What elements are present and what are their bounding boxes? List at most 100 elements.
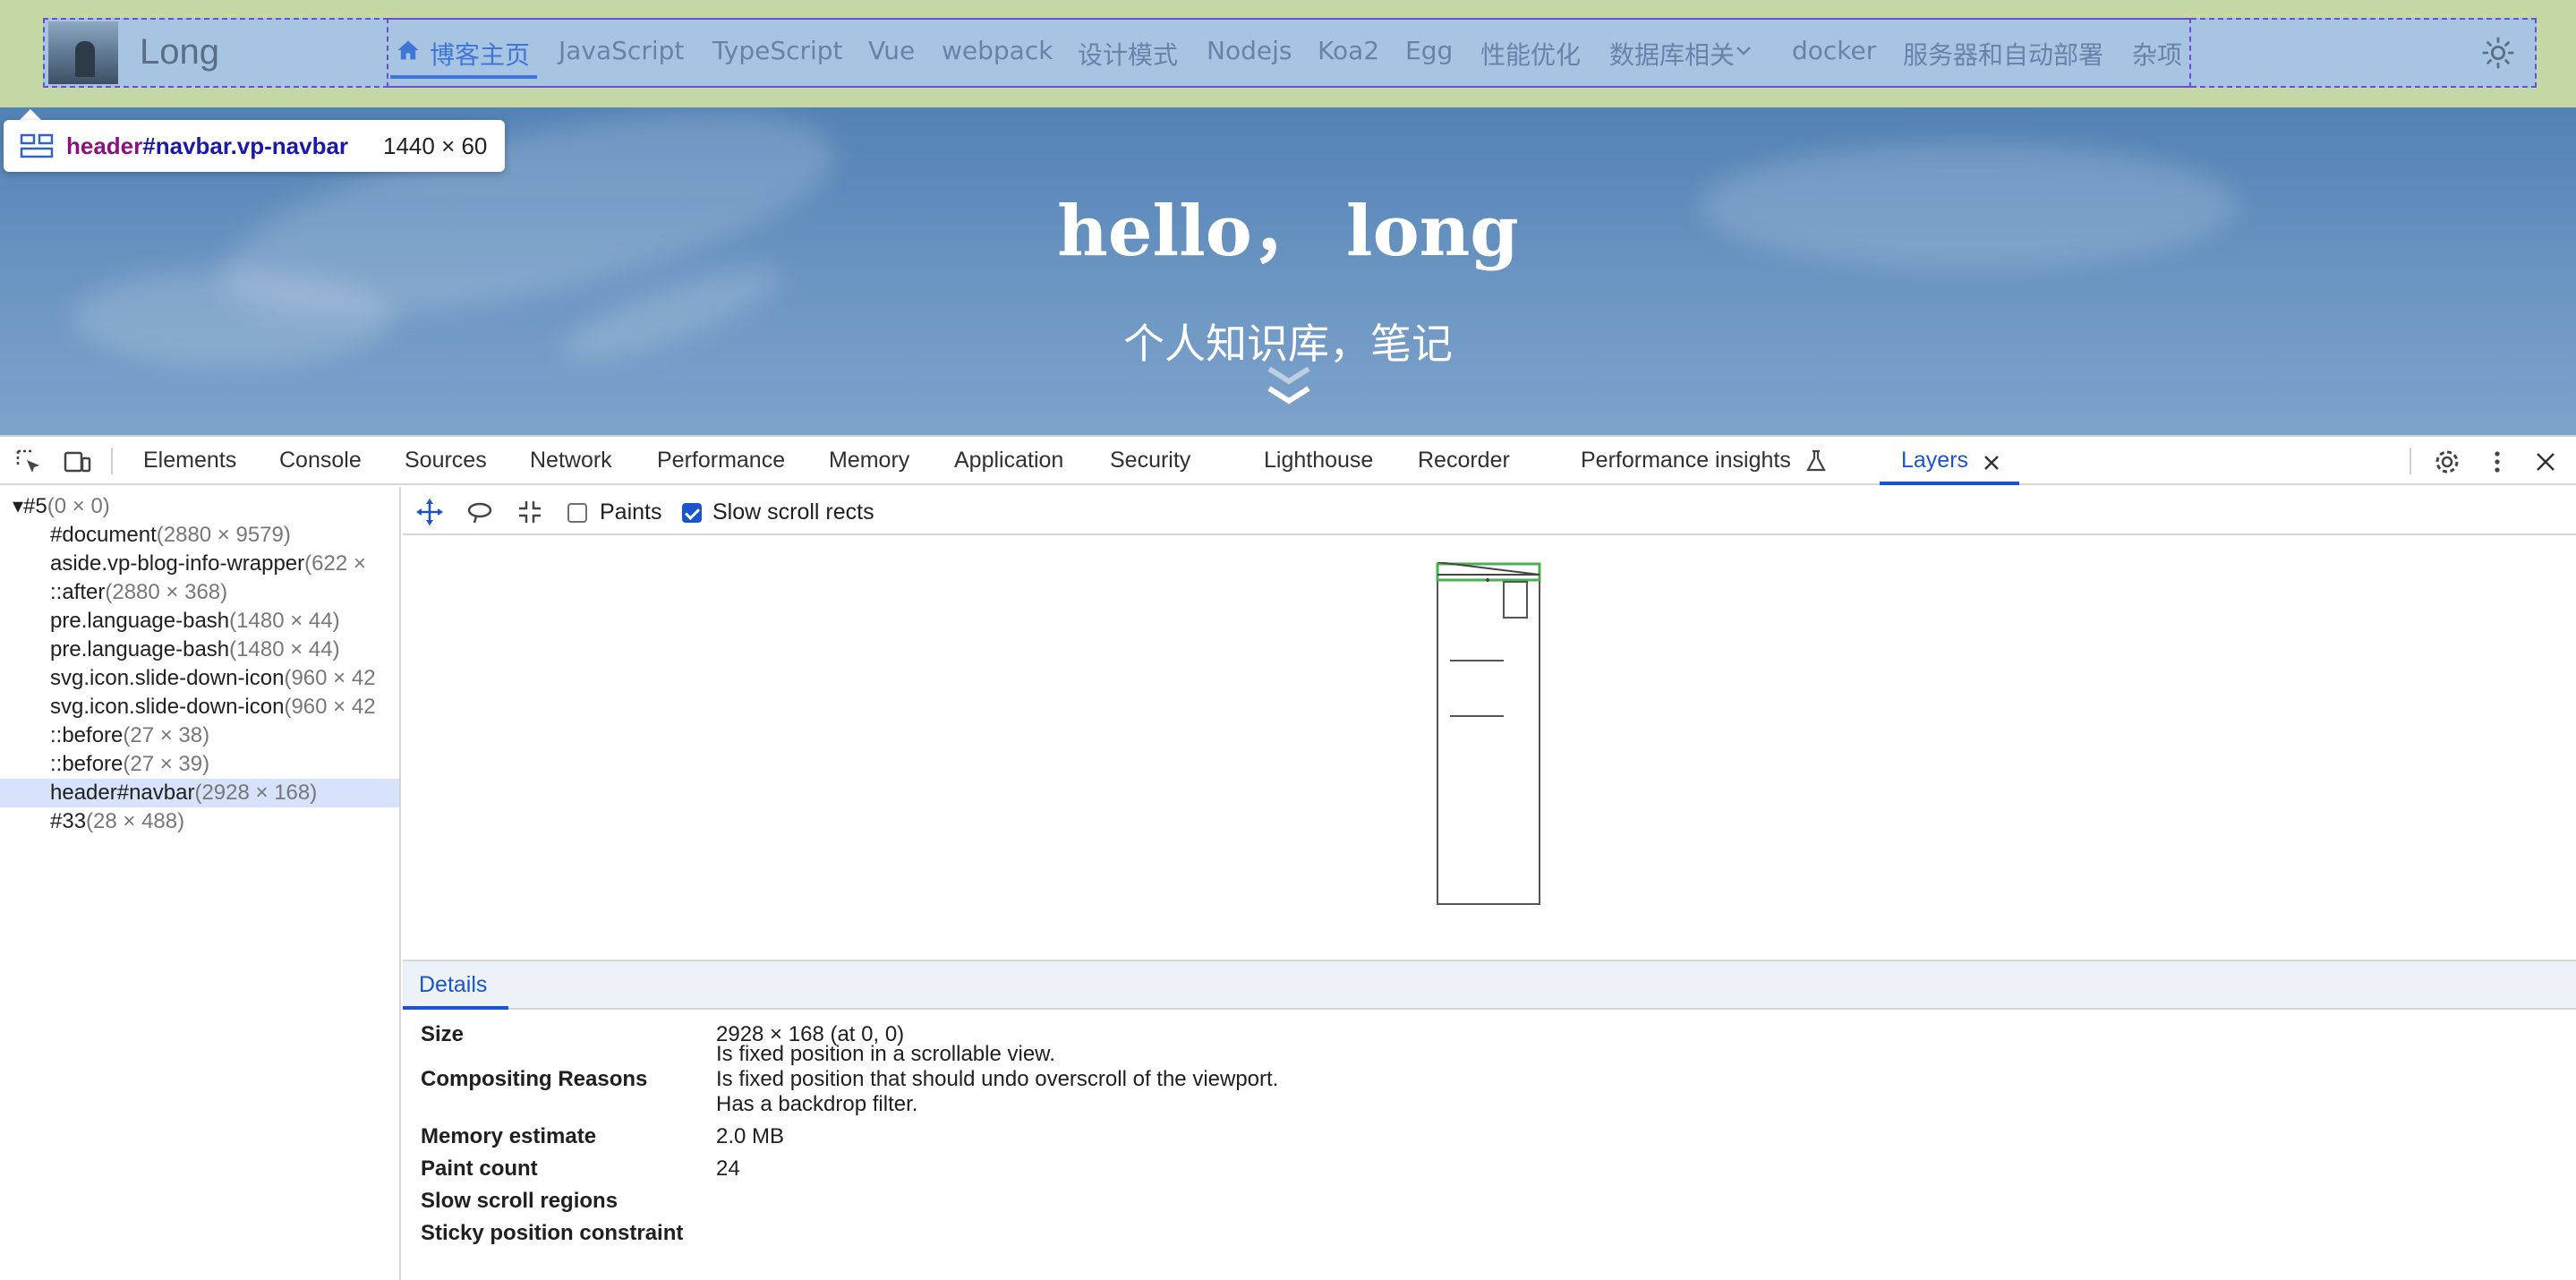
nav-item-javascript[interactable]: JavaScript xyxy=(559,36,684,65)
tab-application[interactable]: Application xyxy=(954,448,1063,474)
layer-tree-row[interactable]: svg.icon.slide-down-icon(960 × 42 xyxy=(0,664,399,693)
layer-tree-row[interactable]: ::after(2880 × 368) xyxy=(0,578,399,607)
hero-subtitle: 个人知识库，笔记 xyxy=(1123,320,1453,368)
nav-active-indicator xyxy=(390,75,537,79)
site-logo[interactable]: Long xyxy=(140,32,219,73)
layer-name: #5 xyxy=(23,494,47,518)
reset-transform-icon[interactable] xyxy=(516,498,544,526)
nav-item-design-patterns[interactable]: 设计模式 xyxy=(1078,36,1178,72)
layer-outline xyxy=(1503,581,1528,619)
tab-network[interactable]: Network xyxy=(530,448,612,474)
compositing-reasons-label: Compositing Reasons xyxy=(421,1067,648,1091)
layer-tree-row[interactable]: ::before(27 × 38) xyxy=(0,721,399,750)
compositing-reason: Has a backdrop filter. xyxy=(716,1092,918,1116)
layer-name: pre.language-bash xyxy=(50,637,230,661)
tab-recorder[interactable]: Recorder xyxy=(1418,448,1510,474)
memory-estimate-value: 2.0 MB xyxy=(716,1124,785,1148)
close-devtools-icon[interactable] xyxy=(2531,448,2560,476)
devtools-panel: Elements Console Sources Network Perform… xyxy=(0,435,2576,1280)
nav-item-vue[interactable]: Vue xyxy=(868,36,915,65)
tab-console[interactable]: Console xyxy=(279,448,362,474)
layer-tree-row[interactable]: pre.language-bash(1480 × 44) xyxy=(0,607,399,636)
layer-tree-row[interactable]: #33(28 × 488) xyxy=(0,807,399,836)
layer-dims: (1480 × 44) xyxy=(229,609,340,633)
layer-tree-row[interactable]: ▾#5(0 × 0) xyxy=(0,492,399,521)
tab-security[interactable]: Security xyxy=(1110,448,1190,474)
devtools-tabbar: Elements Console Sources Network Perform… xyxy=(0,437,2576,485)
tab-performance[interactable]: Performance xyxy=(657,448,785,474)
grid-layout-icon xyxy=(20,133,54,158)
layer-tree-row[interactable]: #document(2880 × 9579) xyxy=(0,521,399,550)
sun-icon[interactable] xyxy=(2481,36,2515,70)
nav-item-deploy[interactable]: 服务器和自动部署 xyxy=(1903,36,2103,72)
layer-name: pre.language-bash xyxy=(50,609,230,633)
layer-name: ::before xyxy=(50,723,124,747)
nav-item-nodejs[interactable]: Nodejs xyxy=(1207,36,1292,65)
settings-gear-icon[interactable] xyxy=(2433,448,2461,476)
pan-mode-icon[interactable] xyxy=(415,498,444,526)
nav-item-misc[interactable]: 杂项 xyxy=(2132,36,2182,72)
layer-tree-row[interactable]: svg.icon.slide-down-icon(960 × 42 xyxy=(0,693,399,721)
layer-tree-row-selected[interactable]: header#navbar(2928 × 168) xyxy=(0,779,399,807)
layers-toolbar: Paints Slow scroll rects xyxy=(403,487,2576,535)
nav-item-koa2[interactable]: Koa2 xyxy=(1318,36,1379,65)
avatar[interactable] xyxy=(48,21,118,84)
paint-count-label: Paint count xyxy=(421,1156,538,1181)
layer-name: aside.vp-blog-info-wrapper xyxy=(50,551,305,576)
layers-3d-canvas[interactable] xyxy=(403,537,2576,958)
layer-tree-row[interactable]: ::before(27 × 39) xyxy=(0,750,399,779)
layer-name: svg.icon.slide-down-icon xyxy=(50,666,285,690)
tooltip-tag-name: header xyxy=(66,132,143,159)
toolbar-divider xyxy=(111,448,113,474)
paints-label: Paints xyxy=(600,499,662,525)
nav-item-egg[interactable]: Egg xyxy=(1405,36,1453,65)
tab-performance-insights[interactable]: Performance insights xyxy=(1581,448,1791,474)
paints-checkbox[interactable] xyxy=(567,503,587,523)
details-tab-indicator xyxy=(403,1006,508,1010)
tab-sources[interactable]: Sources xyxy=(405,448,487,474)
nav-item-docker[interactable]: docker xyxy=(1792,36,1876,65)
layer-name: header#navbar xyxy=(50,781,195,805)
more-options-icon[interactable] xyxy=(2483,448,2512,476)
nav-item-home[interactable]: 博客主页 xyxy=(430,36,530,72)
layer-dims: (960 × 42 xyxy=(284,666,376,690)
layer-dims: (1480 × 44) xyxy=(229,637,340,661)
layer-tree: ▾#5(0 × 0) #document(2880 × 9579) aside.… xyxy=(0,487,401,1280)
tooltip-id: #navbar xyxy=(142,132,231,159)
slow-scroll-rects-checkbox[interactable] xyxy=(682,503,702,523)
expand-triangle-icon[interactable]: ▾ xyxy=(13,494,23,518)
tab-lighthouse[interactable]: Lighthouse xyxy=(1264,448,1373,474)
layer-name: #33 xyxy=(50,809,87,833)
inspect-element-icon[interactable] xyxy=(14,448,43,476)
layer-tree-row[interactable]: pre.language-bash(1480 × 44) xyxy=(0,636,399,664)
layer-dims: (27 × 39) xyxy=(123,752,210,776)
inspect-tooltip-arrow xyxy=(20,109,41,120)
sticky-constraint-label: Sticky position constraint xyxy=(421,1221,684,1245)
size-label: Size xyxy=(421,1022,465,1046)
layer-dims: (2880 × 368) xyxy=(105,580,228,604)
close-tab-icon[interactable] xyxy=(1982,453,2001,473)
layer-dims: (28 × 488) xyxy=(86,809,185,833)
device-toolbar-icon[interactable] xyxy=(63,448,91,476)
layer-dims: (27 × 38) xyxy=(123,723,210,747)
compositing-reason: Is fixed position in a scrollable view. xyxy=(716,1042,1055,1066)
paint-count-value: 24 xyxy=(716,1156,740,1181)
nav-item-typescript[interactable]: TypeScript xyxy=(712,36,843,65)
nav-item-webpack[interactable]: webpack xyxy=(942,36,1053,65)
memory-estimate-label: Memory estimate xyxy=(421,1124,597,1148)
tab-layers[interactable]: Layers xyxy=(1901,448,1968,474)
nav-item-performance[interactable]: 性能优化 xyxy=(1480,36,1581,72)
tab-elements[interactable]: Elements xyxy=(143,448,236,474)
layer-name: svg.icon.slide-down-icon xyxy=(50,695,285,719)
inspect-tooltip-selector: header#navbar.vp-navbar xyxy=(66,132,348,160)
tab-memory[interactable]: Memory xyxy=(829,448,909,474)
layer-dims: (2880 × 9579) xyxy=(156,523,291,547)
slow-scroll-rects-label: Slow scroll rects xyxy=(712,499,874,525)
nav-item-database[interactable]: 数据库相关 xyxy=(1609,36,1735,72)
rotate-mode-icon[interactable] xyxy=(465,498,494,526)
layer-tree-row[interactable]: aside.vp-blog-info-wrapper(622 × xyxy=(0,550,399,578)
layer-dims: (2928 × 168) xyxy=(194,781,318,805)
compositing-reason: Is fixed position that should undo overs… xyxy=(716,1067,1279,1091)
slide-down-icon[interactable] xyxy=(1264,363,1314,414)
tab-details[interactable]: Details xyxy=(419,972,487,998)
